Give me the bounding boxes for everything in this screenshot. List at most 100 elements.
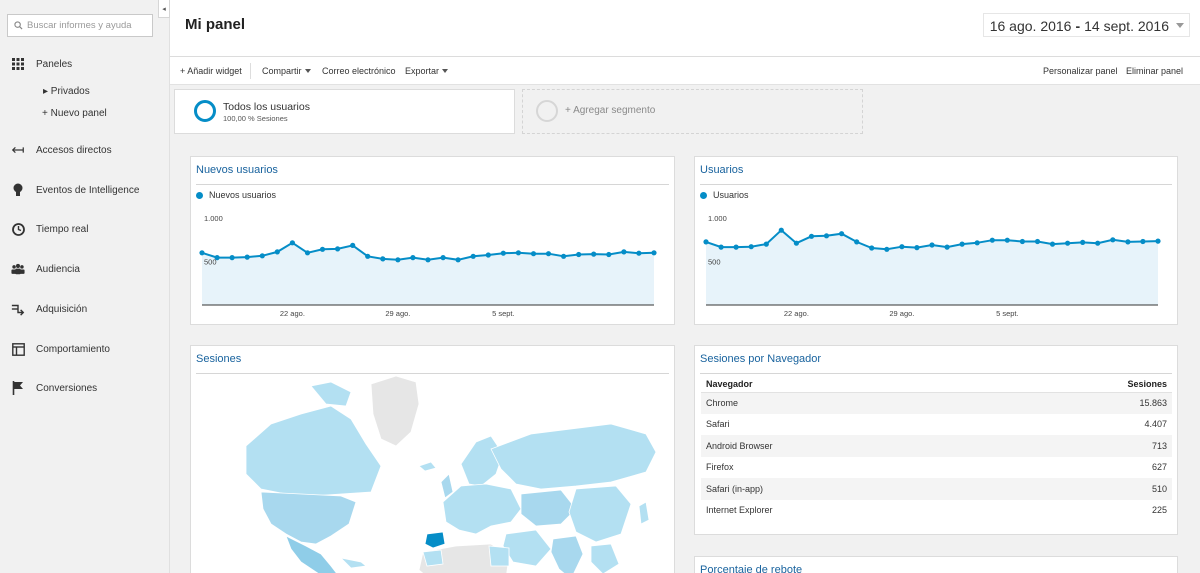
data-point	[304, 250, 311, 256]
sessions-cell: 225	[1151, 505, 1167, 516]
clock-icon	[11, 222, 25, 236]
sidebar-item-paneles[interactable]: Paneles	[0, 49, 170, 79]
browser-cell[interactable]: Internet Explorer	[701, 500, 987, 522]
map-region-canada[interactable]	[245, 405, 382, 497]
sidebar-item-intelligence[interactable]: Eventos de Intelligence	[0, 175, 170, 205]
map-region-morocco[interactable]	[422, 549, 444, 567]
map-region-europe[interactable]	[442, 483, 522, 535]
data-point	[1004, 237, 1010, 243]
y-tick-label: 1.000	[708, 214, 727, 223]
email-button[interactable]: Correo electrónico	[322, 66, 396, 76]
column-header-sessions[interactable]: Sesiones	[986, 376, 1172, 393]
browser-cell[interactable]: Safari (in-app)	[701, 478, 987, 500]
data-point	[515, 250, 521, 256]
data-point	[440, 255, 446, 261]
add-segment-label: + Agregar segmento	[565, 105, 656, 116]
chevron-down-icon	[1176, 23, 1184, 28]
widget-title[interactable]: Usuarios	[700, 164, 743, 176]
segment-ring-icon	[194, 100, 216, 122]
map-region-middle-east[interactable]	[502, 529, 552, 567]
map-region-greenland[interactable]	[370, 375, 420, 447]
segment-title: Todos los usuarios	[223, 101, 310, 113]
data-point	[395, 257, 401, 263]
segment-all-users[interactable]: Todos los usuarios 100,00 % Sesiones	[174, 89, 515, 134]
sidebar-item-label: Accesos directos	[36, 144, 112, 156]
data-point	[455, 257, 461, 263]
data-point	[944, 244, 950, 250]
data-point	[718, 244, 724, 250]
data-point	[778, 227, 784, 233]
map-region-usa[interactable]	[260, 491, 357, 545]
data-point	[274, 249, 280, 255]
date-range-picker[interactable]: 16 ago. 2016 - 14 sept. 2016	[982, 13, 1190, 37]
y-tick-label: 500	[204, 258, 217, 267]
sidebar-item-adquisicion[interactable]: Adquisición	[0, 294, 170, 324]
browser-cell[interactable]: Firefox	[701, 457, 987, 479]
add-widget-button[interactable]: + Añadir widget	[180, 66, 242, 76]
map-region-canada-islands[interactable]	[310, 381, 352, 407]
data-point	[914, 245, 920, 251]
data-point	[470, 253, 476, 259]
browser-cell[interactable]: Chrome	[701, 392, 987, 414]
data-point	[1125, 239, 1131, 245]
browser-cell[interactable]: Android Browser	[701, 435, 987, 457]
search-box[interactable]	[7, 14, 153, 37]
map-region-central-asia[interactable]	[520, 489, 577, 527]
widget-bounce-rate: Porcentaje de rebote	[694, 556, 1178, 573]
data-point	[823, 233, 830, 239]
toolbar-divider	[250, 63, 251, 79]
shortcut-arrows-icon	[11, 143, 25, 157]
map-region-china[interactable]	[568, 485, 632, 543]
table-row: Android Browser 713	[701, 435, 1172, 457]
sidebar-subitem-new-panel[interactable]: + Nuevo panel	[42, 108, 107, 119]
data-point	[989, 237, 995, 243]
widget-title[interactable]: Porcentaje de rebote	[700, 564, 802, 573]
data-point	[839, 231, 845, 237]
widget-divider	[700, 184, 1172, 185]
map-region-russia[interactable]	[490, 423, 657, 490]
export-label: Exportar	[405, 66, 440, 76]
widget-users: Usuarios Usuarios 1.000 500 22 ago. 29 ago.…	[694, 156, 1178, 325]
map-region-japan[interactable]	[638, 501, 650, 525]
customize-panel-button[interactable]: Personalizar panel	[1043, 66, 1118, 76]
delete-panel-button[interactable]: Eliminar panel	[1126, 66, 1183, 76]
widget-divider	[700, 373, 1172, 374]
sidebar-item-comportamiento[interactable]: Comportamiento	[0, 334, 170, 364]
map-region-southeast-asia[interactable]	[590, 543, 620, 573]
header: Mi panel 16 ago. 2016 - 14 sept. 2016	[170, 0, 1200, 57]
share-button[interactable]: Compartir	[262, 66, 311, 76]
map-region-caribbean[interactable]	[339, 557, 367, 569]
table-header-row: Navegador Sesiones	[701, 376, 1172, 393]
legend-label: Usuarios	[713, 190, 749, 200]
legend-dot	[196, 191, 203, 199]
add-segment-button[interactable]: + Agregar segmento	[522, 89, 863, 134]
widget-title[interactable]: Sesiones	[196, 353, 241, 365]
x-tick-label: 5 sept.	[492, 309, 515, 318]
sidebar-item-conversiones[interactable]: Conversiones	[0, 373, 170, 403]
users-line-chart: 1.000 500 22 ago. 29 ago. 5 sept.	[703, 214, 1161, 318]
page-title: Mi panel	[185, 16, 246, 33]
collapse-sidebar-button[interactable]: ◂	[158, 0, 170, 18]
sidebar-item-tiempo-real[interactable]: Tiempo real	[0, 214, 170, 244]
browser-cell[interactable]: Safari	[701, 414, 987, 436]
map-region-iceland[interactable]	[418, 461, 437, 472]
sidebar-subitem-privados[interactable]: ▸ Privados	[43, 86, 90, 97]
map-region-egypt[interactable]	[488, 545, 510, 567]
data-point	[561, 253, 567, 259]
widget-title[interactable]: Sesiones por Navegador	[700, 353, 821, 365]
widget-title[interactable]: Nuevos usuarios	[196, 164, 278, 176]
sidebar-item-accesos-directos[interactable]: Accesos directos	[0, 135, 170, 165]
new-users-line-chart: 1.000 500 22 ago. 29 ago. 5 sept.	[199, 214, 657, 318]
data-point	[703, 239, 709, 245]
export-button[interactable]: Exportar	[405, 66, 449, 76]
sidebar-item-audiencia[interactable]: Audiencia	[0, 254, 170, 284]
data-point	[229, 255, 235, 261]
data-point	[425, 257, 431, 263]
y-tick-label: 500	[708, 258, 721, 267]
sidebar: ◂ Paneles ▸ Privados + Nuevo panel Acces…	[0, 0, 170, 573]
table-row: Safari 4.407	[701, 414, 1172, 436]
map-region-india[interactable]	[550, 535, 584, 573]
column-header-browser[interactable]: Navegador	[701, 376, 987, 393]
search-input[interactable]	[27, 20, 147, 31]
map-region-spain[interactable]	[424, 531, 446, 549]
